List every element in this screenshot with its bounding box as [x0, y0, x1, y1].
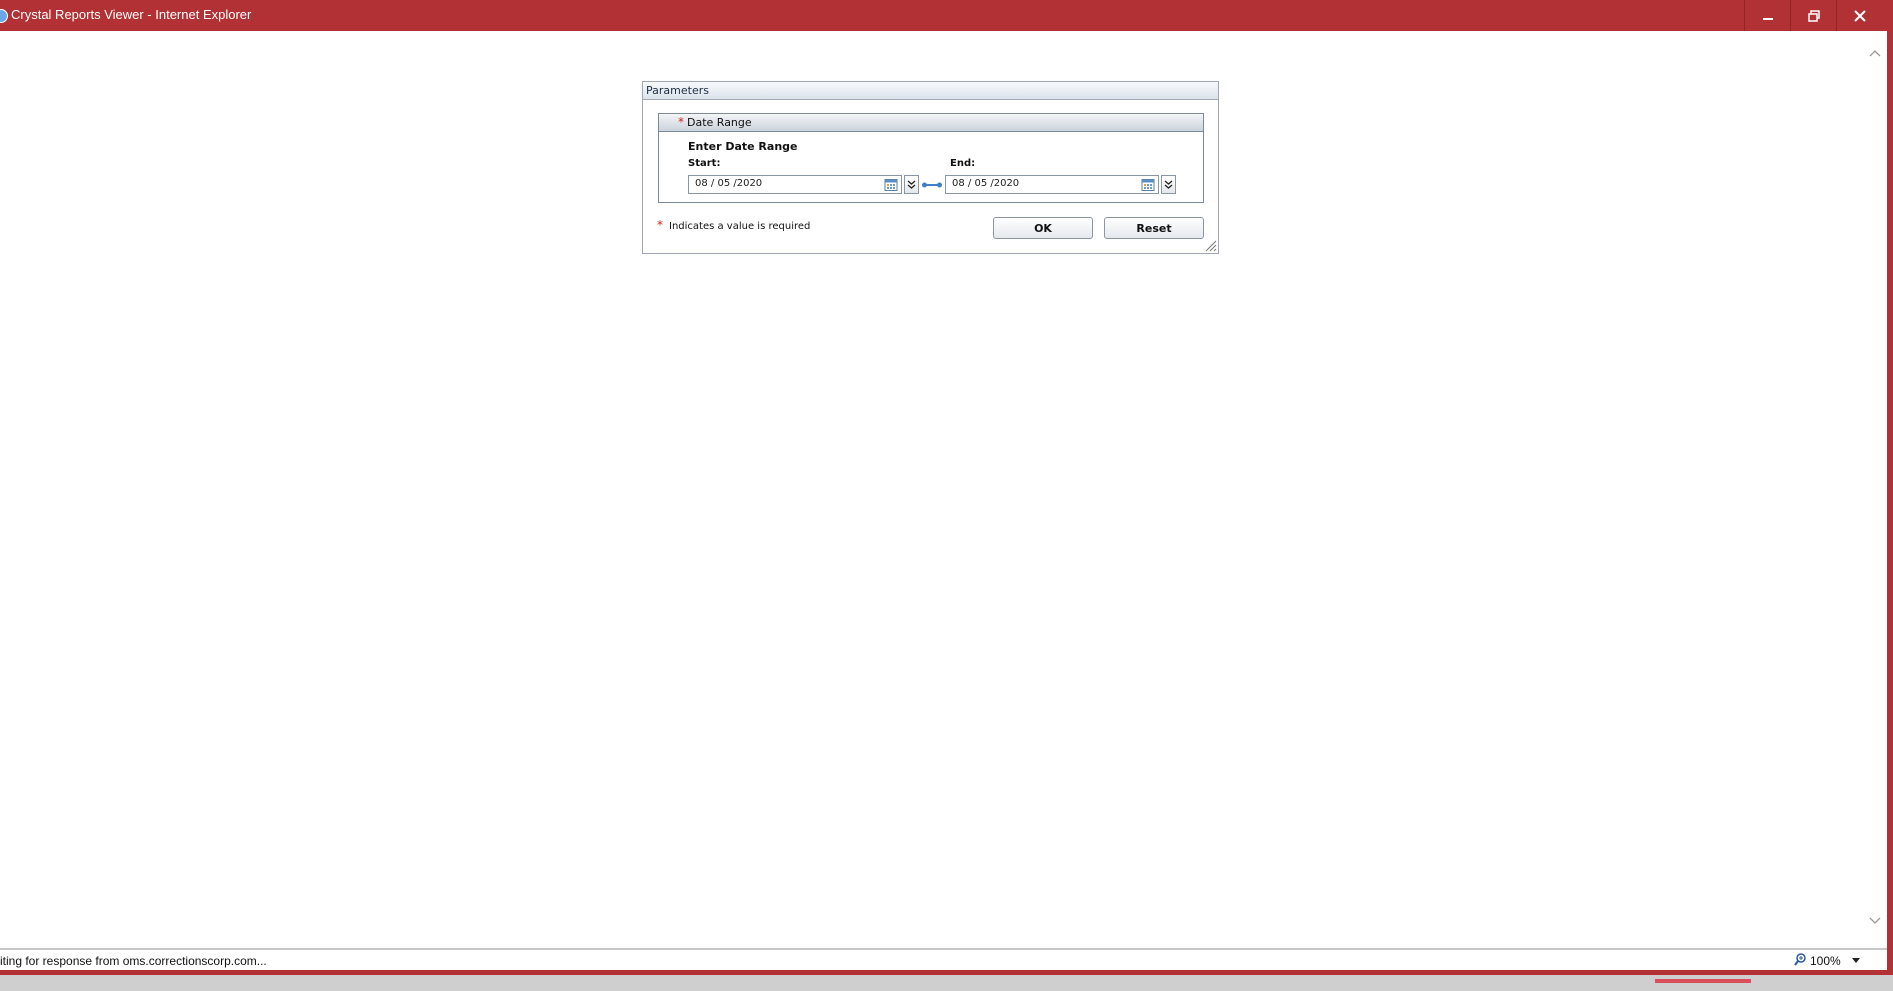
double-chevron-down-icon: [907, 180, 916, 189]
date-range-header[interactable]: * Date Range: [659, 114, 1203, 132]
start-label: Start:: [688, 158, 721, 169]
title-bar[interactable]: Crystal Reports Viewer - Internet Explor…: [0, 0, 1893, 31]
restore-icon: [1807, 9, 1820, 22]
required-marker: *: [678, 115, 684, 129]
start-date-field[interactable]: 08 / 05 /2020: [688, 175, 902, 194]
vertical-scrollbar[interactable]: [1863, 31, 1887, 948]
status-bar: iting for response from oms.correctionsc…: [0, 950, 1887, 970]
reset-button[interactable]: Reset: [1104, 217, 1204, 239]
taskbar-strip: [0, 975, 1893, 991]
close-button[interactable]: [1836, 0, 1882, 31]
start-date-value: 08 / 05 /2020: [695, 178, 763, 189]
minimize-button[interactable]: [1744, 0, 1790, 31]
maximize-button[interactable]: [1790, 0, 1836, 31]
scroll-up-icon[interactable]: [1869, 49, 1881, 57]
end-label: End:: [950, 158, 976, 169]
resize-grip-icon[interactable]: [1203, 238, 1217, 252]
required-note: * Indicates a value is required: [657, 218, 810, 232]
required-marker: *: [657, 218, 663, 232]
end-date-field[interactable]: 08 / 05 /2020: [945, 175, 1159, 194]
page-content: Parameters * Date Range Enter Date Range…: [0, 31, 1887, 950]
double-chevron-down-icon: [1164, 180, 1173, 189]
zoom-level[interactable]: 100%: [1810, 954, 1841, 968]
enter-date-range-label: Enter Date Range: [688, 140, 798, 153]
chevron-down-icon[interactable]: [1852, 958, 1860, 963]
scroll-down-icon[interactable]: [1869, 917, 1881, 925]
required-note-text: Indicates a value is required: [669, 221, 811, 232]
calendar-icon[interactable]: [884, 178, 898, 192]
loading-progress-bar: [1655, 979, 1751, 983]
end-date-value: 08 / 05 /2020: [952, 178, 1020, 189]
start-options-dropdown[interactable]: [904, 175, 919, 194]
zoom-icon[interactable]: [1794, 953, 1807, 966]
date-range-title: Date Range: [687, 116, 752, 129]
end-options-dropdown[interactable]: [1161, 175, 1176, 194]
window-title: Crystal Reports Viewer - Internet Explor…: [11, 7, 252, 22]
ie-app-icon: [0, 9, 8, 23]
browser-window: Crystal Reports Viewer - Internet Explor…: [0, 0, 1893, 975]
calendar-icon[interactable]: [1141, 178, 1155, 192]
parameters-header: Parameters: [643, 82, 1218, 100]
date-range-group: * Date Range Enter Date Range Start: End…: [658, 113, 1204, 203]
minimize-icon: [1762, 17, 1773, 20]
range-arrow-icon: [922, 182, 942, 188]
close-icon: [1853, 9, 1866, 22]
ok-button[interactable]: OK: [993, 217, 1093, 239]
status-text: iting for response from oms.correctionsc…: [0, 954, 267, 968]
parameters-panel: Parameters * Date Range Enter Date Range…: [642, 81, 1219, 254]
